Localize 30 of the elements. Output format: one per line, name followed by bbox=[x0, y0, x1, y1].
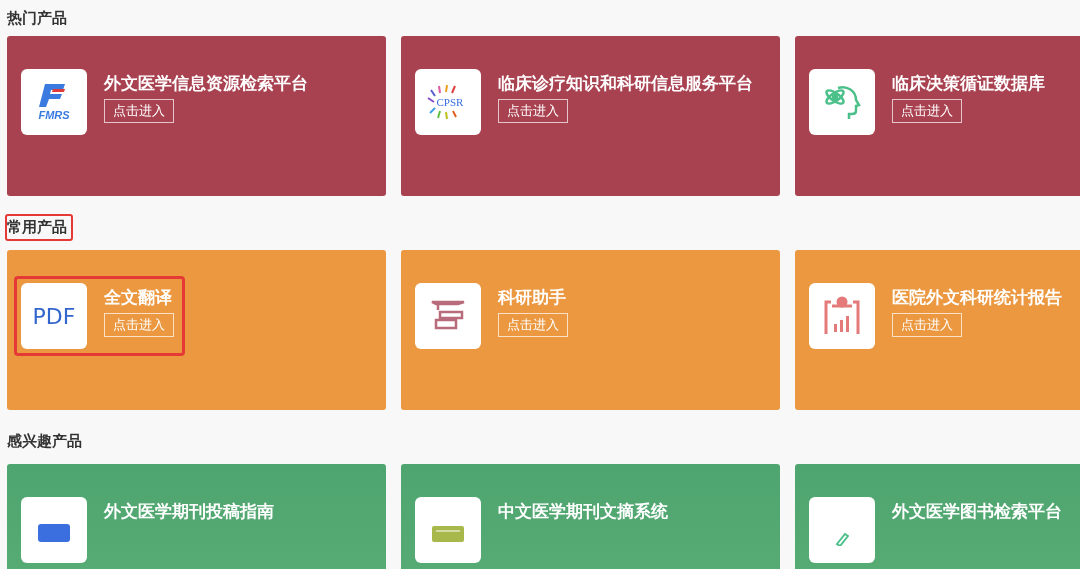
enter-button[interactable]: 点击进入 bbox=[892, 313, 962, 337]
product-card[interactable]: PDF 全文翻译 点击进入 bbox=[7, 250, 386, 410]
section-title: 热门产品 bbox=[6, 7, 68, 29]
product-card[interactable]: 外文医学图书检索平台 bbox=[795, 464, 1080, 569]
product-title: 临床诊疗知识和科研信息服务平台 bbox=[498, 72, 753, 95]
clipboard-chart-icon bbox=[823, 296, 861, 336]
product-card[interactable]: 临床决策循证数据库 点击进入 bbox=[795, 36, 1080, 196]
product-title: 外文医学信息资源检索平台 bbox=[104, 72, 308, 95]
enter-button[interactable]: 点击进入 bbox=[104, 99, 174, 123]
product-title: 临床决策循证数据库 bbox=[892, 72, 1045, 95]
product-card[interactable]: CPSR 临床诊疗知识和科研信息服务平台 点击进入 bbox=[401, 36, 780, 196]
product-card[interactable]: 医院外文科研统计报告 点击进入 bbox=[795, 250, 1080, 410]
product-title: 科研助手 bbox=[498, 286, 566, 309]
product-card[interactable]: 科研助手 点击进入 bbox=[401, 250, 780, 410]
enter-button[interactable]: 点击进入 bbox=[892, 99, 962, 123]
pen-icon bbox=[835, 530, 849, 546]
section-title: 感兴趣产品 bbox=[6, 430, 83, 452]
product-title: 中文医学期刊文摘系统 bbox=[498, 500, 668, 523]
pdf-icon: PDF bbox=[29, 303, 79, 329]
product-title: 外文医学图书检索平台 bbox=[892, 500, 1062, 523]
enter-button[interactable]: 点击进入 bbox=[104, 313, 174, 337]
product-title: 医院外文科研统计报告 bbox=[892, 286, 1062, 309]
product-card[interactable]: FMRS 外文医学信息资源检索平台 点击进入 bbox=[7, 36, 386, 196]
section-title: 常用产品 bbox=[5, 213, 73, 241]
enter-button[interactable]: 点击进入 bbox=[498, 313, 568, 337]
product-card[interactable]: 外文医学期刊投稿指南 bbox=[7, 464, 386, 569]
enter-button[interactable]: 点击进入 bbox=[498, 99, 568, 123]
product-title: 全文翻译 bbox=[104, 286, 172, 309]
product-card[interactable]: 中文医学期刊文摘系统 bbox=[401, 464, 780, 569]
product-title: 外文医学期刊投稿指南 bbox=[104, 500, 274, 523]
